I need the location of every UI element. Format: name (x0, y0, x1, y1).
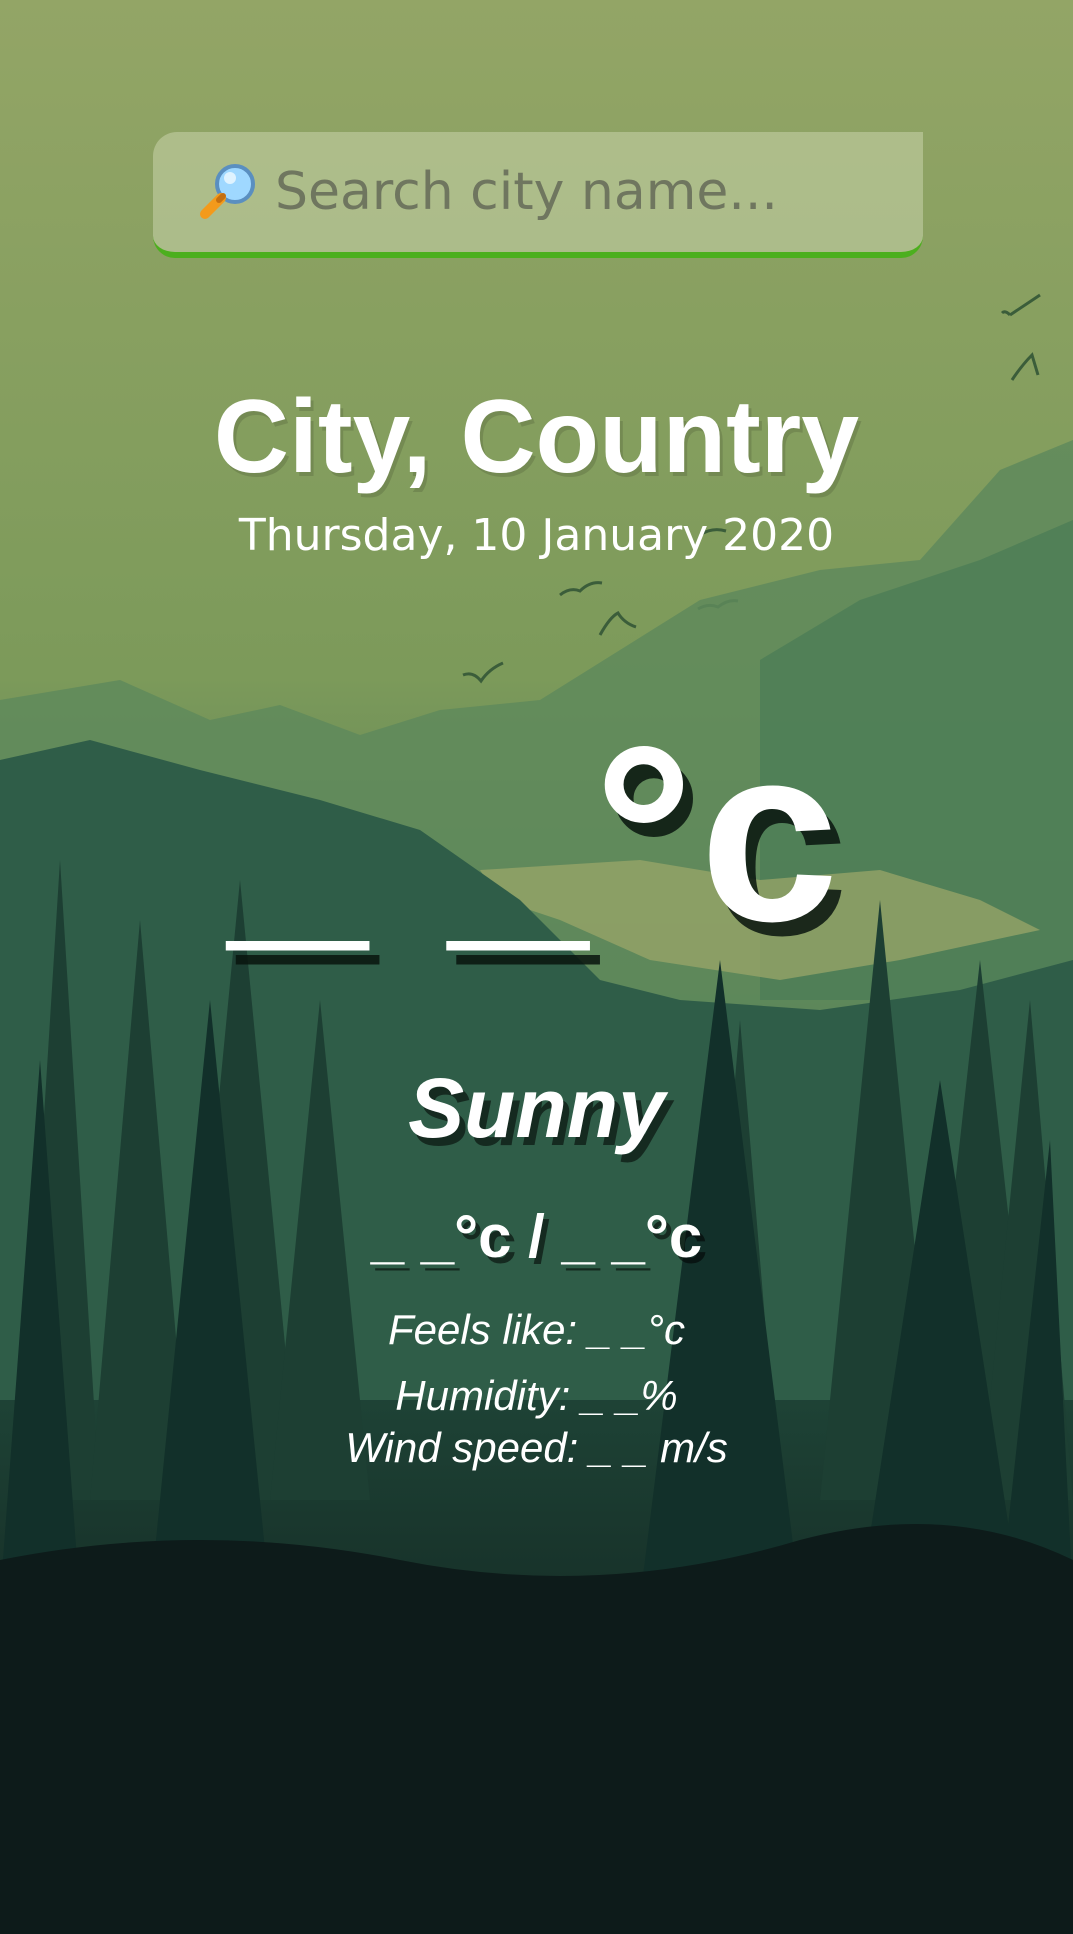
current-date: Thursday, 10 January 2020 (238, 510, 835, 561)
search-input[interactable] (275, 152, 915, 232)
weather-condition: Sunny (408, 1061, 665, 1155)
high-low-temperature: _ _°c / _ _°c (370, 1203, 703, 1270)
search-bar[interactable] (153, 132, 923, 258)
magnifier-icon (200, 164, 255, 219)
humidity: Humidity: _ _% (395, 1372, 678, 1419)
wind-speed: Wind speed: _ _ m/s (345, 1424, 728, 1471)
feels-like: Feels like: _ _°c (388, 1306, 685, 1353)
weather-app: City, Country Thursday, 10 January 2020 … (0, 0, 1073, 1934)
current-temperature: _ _°c (228, 694, 845, 973)
location-name: City, Country (213, 379, 860, 495)
